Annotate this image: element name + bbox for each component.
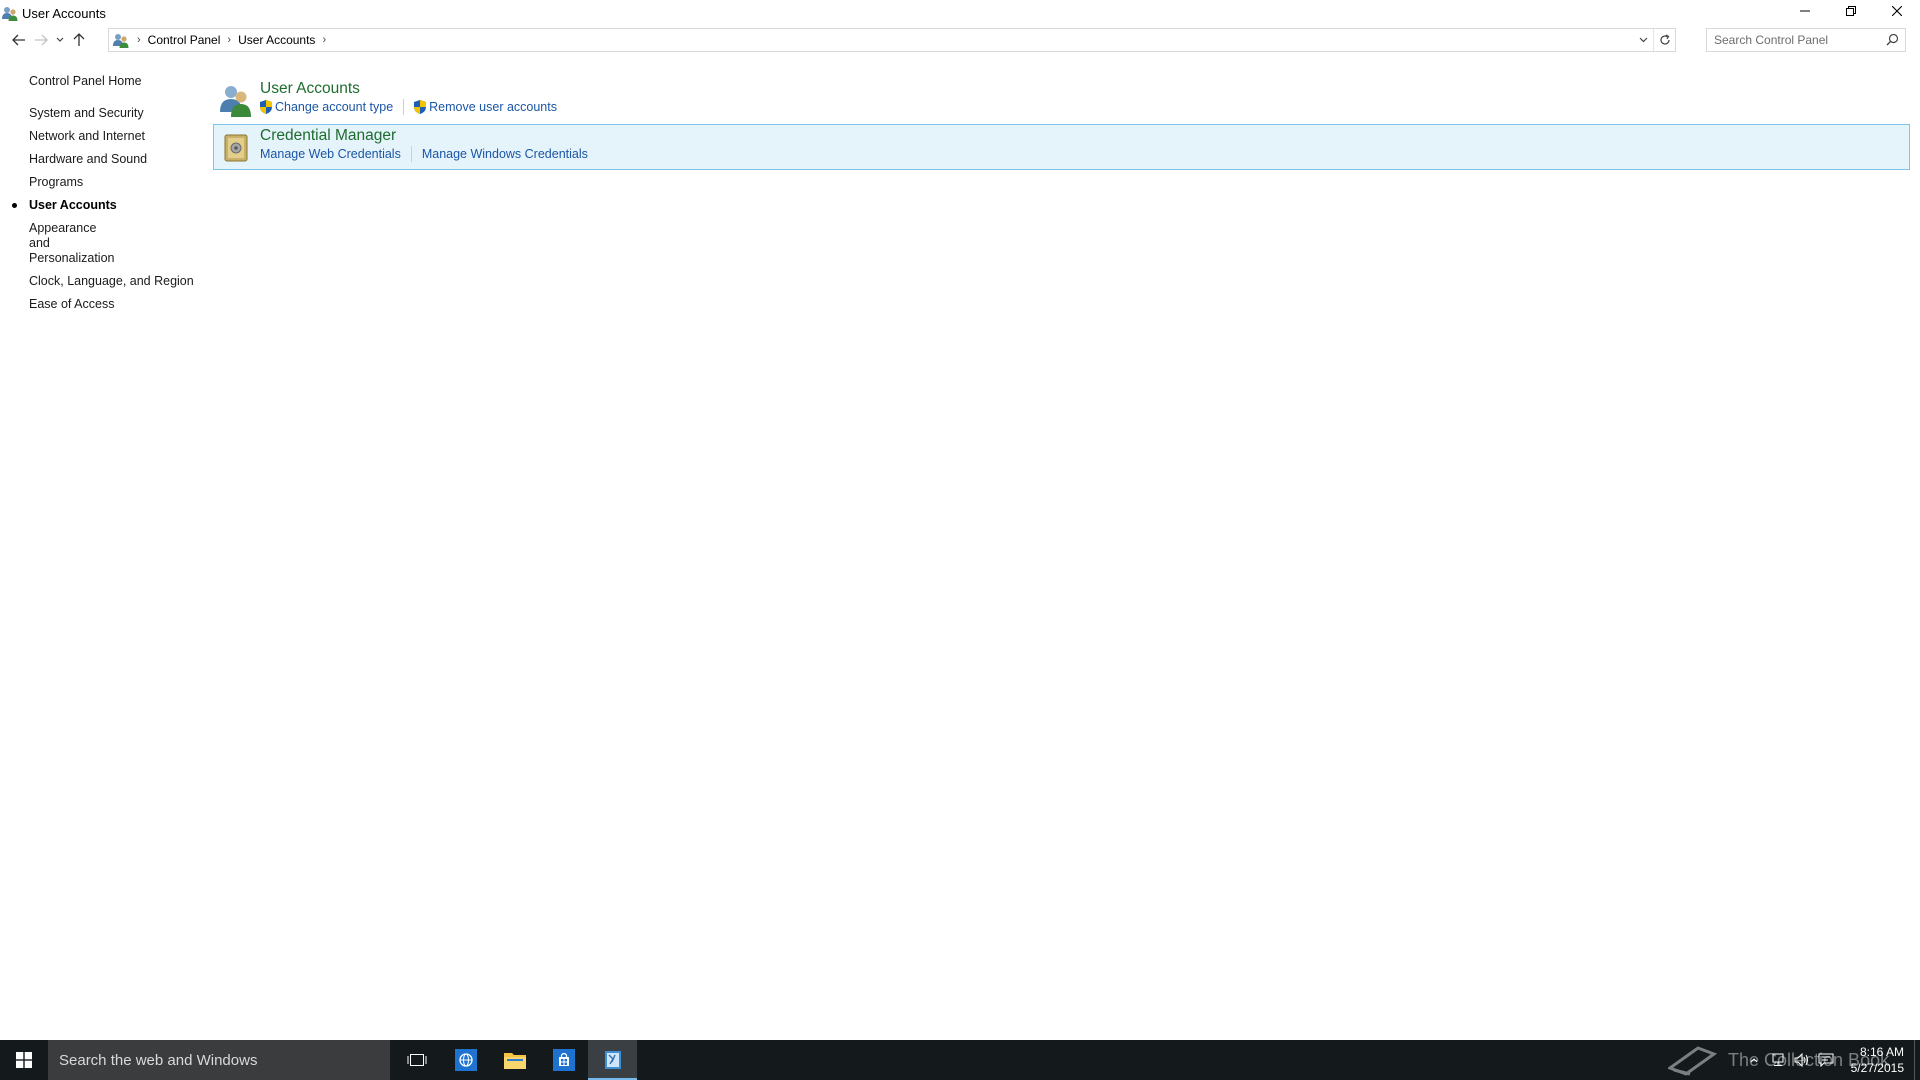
taskbar-control-panel-button[interactable] — [588, 1040, 637, 1080]
breadcrumb-control-panel[interactable]: Control Panel — [148, 33, 221, 47]
up-button[interactable] — [68, 29, 90, 51]
sidebar-item-network-and-internet[interactable]: Network and Internet — [0, 129, 195, 144]
breadcrumb-user-accounts[interactable]: User Accounts — [238, 33, 315, 47]
show-hidden-icons-button[interactable] — [1742, 1040, 1766, 1080]
uac-shield-icon — [260, 100, 272, 114]
action-center-button[interactable] — [1814, 1040, 1838, 1080]
main-content: User Accounts Change account type Remove… — [213, 78, 1910, 170]
sidebar-item-system-and-security[interactable]: System and Security — [0, 106, 195, 121]
start-button[interactable] — [0, 1040, 48, 1080]
category-title-credential-manager[interactable]: Credential Manager — [260, 127, 588, 145]
control-panel-home-link[interactable]: Control Panel Home — [29, 74, 142, 88]
category-user-accounts: User Accounts Change account type Remove… — [214, 78, 1910, 124]
address-bar[interactable]: › Control Panel › User Accounts › — [108, 28, 1676, 52]
category-list: System and Security Network and Internet… — [0, 106, 200, 320]
clock[interactable]: 8:16 AM 5/27/2015 — [1838, 1044, 1904, 1076]
volume-icon — [1794, 1053, 1808, 1067]
minimize-button[interactable] — [1782, 0, 1828, 22]
link-divider — [403, 99, 405, 115]
category-credential-manager[interactable]: Credential Manager Manage Web Credential… — [213, 124, 1910, 170]
refresh-button[interactable] — [1653, 29, 1675, 51]
search-box[interactable] — [1706, 28, 1906, 52]
manage-windows-credentials-link[interactable]: Manage Windows Credentials — [422, 147, 588, 162]
volume-button[interactable] — [1790, 1040, 1814, 1080]
folder-icon — [503, 1053, 526, 1069]
category-title-user-accounts[interactable]: User Accounts — [260, 80, 557, 98]
close-button[interactable] — [1874, 0, 1920, 22]
navigation-bar: › Control Panel › User Accounts › — [0, 27, 1920, 53]
back-button[interactable] — [8, 29, 30, 51]
taskbar-search-box[interactable]: Search the web and Windows — [48, 1040, 390, 1080]
task-view-button[interactable] — [392, 1040, 441, 1080]
control-panel-icon — [604, 1051, 621, 1069]
minimize-icon — [1800, 10, 1810, 12]
change-account-type-link[interactable]: Change account type — [260, 100, 393, 115]
user-accounts-icon — [2, 7, 18, 21]
manage-windows-credentials-label[interactable]: Manage Windows Credentials — [422, 147, 588, 162]
control-panel-icon — [113, 34, 129, 48]
link-divider — [410, 146, 412, 162]
chevron-right-icon[interactable]: › — [322, 34, 326, 46]
title-bar: User Accounts — [0, 0, 1920, 26]
windows-logo-icon — [16, 1052, 32, 1068]
system-tray: 8:16 AM 5/27/2015 — [1742, 1040, 1920, 1080]
up-arrow-icon — [73, 33, 85, 46]
notification-icon — [1818, 1053, 1834, 1067]
network-icon — [1772, 1053, 1784, 1066]
sidebar-item-clock-language-region[interactable]: Clock, Language, and Region — [0, 274, 195, 289]
show-desktop-button[interactable] — [1914, 1040, 1920, 1080]
taskbar-store-button[interactable] — [539, 1040, 588, 1080]
task-view-icon — [407, 1054, 426, 1066]
refresh-icon — [1659, 34, 1670, 45]
credential-vault-icon[interactable] — [218, 129, 254, 165]
uac-shield-icon — [414, 100, 427, 114]
forward-button[interactable] — [30, 29, 52, 51]
window-title: User Accounts — [22, 5, 106, 21]
close-icon — [1892, 6, 1902, 16]
forward-arrow-icon — [35, 34, 48, 46]
sidebar-item-hardware-and-sound[interactable]: Hardware and Sound — [0, 152, 195, 167]
restore-icon — [1846, 6, 1856, 16]
chevron-down-icon — [1639, 37, 1647, 43]
sidebar-item-user-accounts[interactable]: User Accounts — [0, 198, 195, 213]
change-account-type-label[interactable]: Change account type — [275, 100, 393, 115]
restore-button[interactable] — [1828, 0, 1874, 22]
search-icon[interactable] — [1886, 33, 1899, 46]
network-button[interactable] — [1766, 1040, 1790, 1080]
browser-icon — [454, 1049, 477, 1071]
remove-user-accounts-label[interactable]: Remove user accounts — [429, 100, 557, 115]
store-icon — [552, 1049, 575, 1071]
sidebar-item-appearance-and-personalization[interactable]: Appearance and Personalization — [0, 221, 120, 266]
manage-web-credentials-link[interactable]: Manage Web Credentials — [260, 147, 401, 162]
address-history-dropdown[interactable] — [1633, 29, 1653, 51]
sidebar-item-ease-of-access[interactable]: Ease of Access — [0, 297, 195, 312]
back-arrow-icon — [12, 34, 25, 46]
chevron-right-icon[interactable]: › — [227, 34, 231, 46]
taskbar-search-placeholder[interactable]: Search the web and Windows — [59, 1052, 257, 1069]
taskbar-browser-button[interactable] — [441, 1040, 490, 1080]
users-icon[interactable] — [218, 82, 254, 118]
clock-date: 5/27/2015 — [1850, 1061, 1904, 1075]
search-input[interactable] — [1714, 30, 1884, 50]
taskbar-file-explorer-button[interactable] — [490, 1040, 539, 1080]
book-logo-icon — [1668, 1046, 1718, 1076]
chevron-down-icon — [56, 37, 64, 42]
recent-locations-button[interactable] — [52, 29, 68, 51]
chevron-right-icon[interactable]: › — [137, 34, 141, 46]
remove-user-accounts-link[interactable]: Remove user accounts — [414, 100, 557, 115]
manage-web-credentials-label[interactable]: Manage Web Credentials — [260, 147, 401, 162]
taskbar: Search the web and Windows The Collectio… — [0, 1040, 1920, 1080]
chevron-up-icon — [1750, 1057, 1758, 1062]
clock-time: 8:16 AM — [1859, 1045, 1904, 1059]
sidebar-item-programs[interactable]: Programs — [0, 175, 195, 190]
